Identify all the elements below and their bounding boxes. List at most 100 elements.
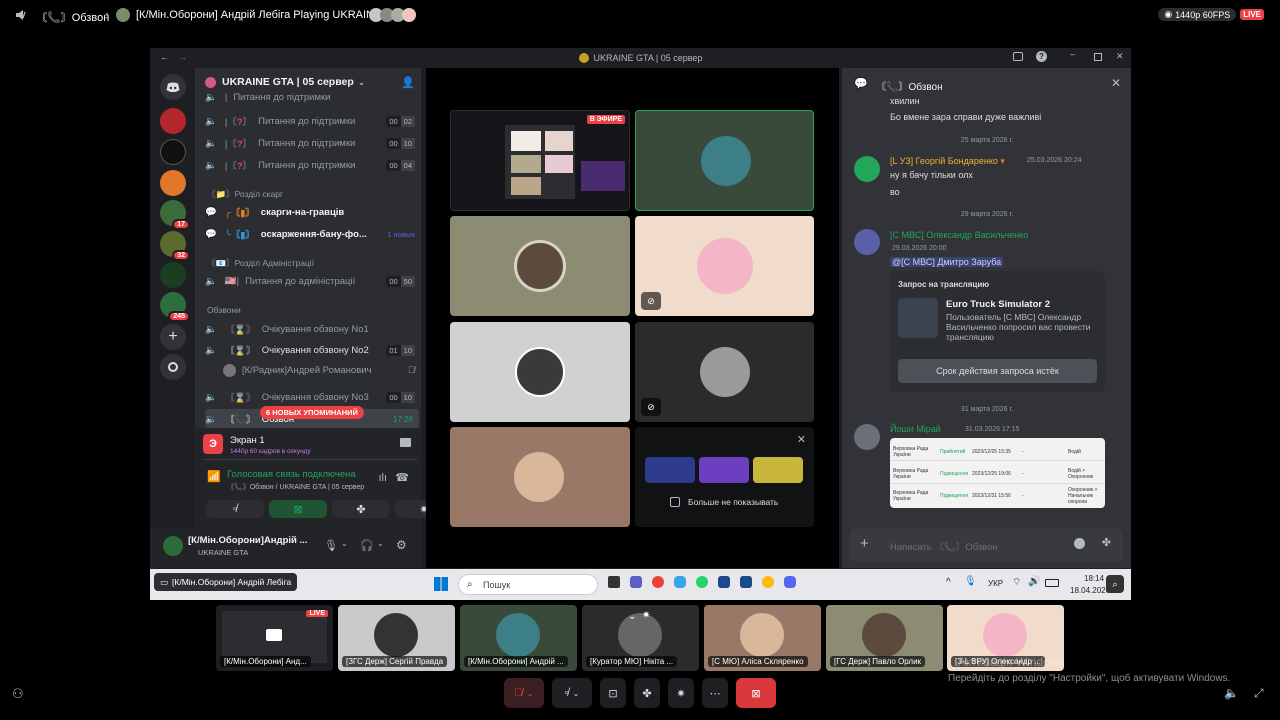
participant-tile[interactable] [450,322,630,422]
user-avatar[interactable] [163,536,183,556]
settings-gear-icon[interactable]: ⚙ [396,538,407,552]
app-icon[interactable] [718,576,730,588]
voice-user[interactable]: [К/Радник]Андрей Романович 🎙̸ [223,360,419,380]
camera-toggle-button[interactable]: ▫̸ ⌄ [552,678,592,708]
forum-channel[interactable]: 💬 ╰〘▮〙 оскарження-бану-фо... 1 новых [205,224,419,244]
voice-channel[interactable]: 🔈 〘⌛〙 Очікування обзвону No3 00 10 [205,387,419,407]
maximize-icon[interactable] [1094,53,1102,61]
server-header[interactable]: UKRAINE GTA | 05 сервер ⌄ 👤 [205,76,419,89]
thumb-tile[interactable]: [С МЮ] Аліса Скляренко [704,605,821,671]
user-mention[interactable]: @[С МВС] Дмитро Заруба [890,257,1004,267]
chrome-icon[interactable] [652,576,664,588]
app-icon[interactable] [740,576,752,588]
close-icon[interactable]: ✕ [797,433,806,446]
add-user-icon[interactable]: 👤 [401,76,415,89]
server-icon[interactable] [160,170,186,196]
emoji-icon[interactable] [1074,538,1085,549]
activities-button[interactable]: ✤ [634,678,660,708]
windows-start-icon[interactable] [434,577,448,591]
headphones-icon[interactable]: 🎧 [360,539,374,552]
server-icon[interactable] [160,139,186,165]
copilot-icon[interactable] [674,576,686,588]
soundboard-button[interactable]: ✷ [668,678,694,708]
participant-tile[interactable]: ⊘ [635,322,814,422]
taskbar-preview[interactable]: ▭ [К/Мін.Оборони] Андрій Лебіга [154,573,298,591]
clock-date[interactable]: 18.04.2026 [1070,586,1110,595]
screen-share-panel[interactable]: Э Экран 1 1440p 60 кадров в секунду [203,428,417,460]
more-options-button[interactable]: ⋯ [702,678,728,708]
voice-channel[interactable]: 🔈 〘⌛〙 Очікування обзвону No1 [205,319,419,339]
voice-channel[interactable]: 🔈 | Питання до підтримки [205,90,419,104]
tray-chevron-icon[interactable]: ^ [946,577,951,588]
inbox-icon[interactable] [1013,52,1023,61]
task-view-icon[interactable] [608,576,620,588]
notifications-icon[interactable]: ⌕ [1106,575,1124,593]
teams-icon[interactable] [630,576,642,588]
thumb-tile[interactable]: [К/Мін.Оборони] Андрій ... [460,605,577,671]
volume-icon[interactable]: 🔈 [1224,686,1239,700]
dont-show-checkbox[interactable] [670,497,680,507]
close-icon[interactable]: ✕ [1116,51,1124,62]
server-icon[interactable]: 245 [160,292,190,322]
wifi-icon[interactable]: ⌔ [1012,576,1021,589]
activities-button[interactable]: ✤ [332,500,390,518]
participant-tile[interactable]: ⊘ [635,216,814,316]
chevron-down-icon[interactable]: ⌄ [341,539,348,548]
voice-channel[interactable]: 🔈 |〘?〙 Питання до підтримки 00 04 [205,155,419,175]
battery-icon[interactable] [1045,579,1059,587]
microphone-icon[interactable]: 🎙 [324,539,338,552]
taskbar-search[interactable]: ⌕ Пошук [458,574,598,595]
discord-home-icon[interactable] [160,74,186,100]
thumb-tile[interactable]: [ЗГС Держ] Сергій Правда [338,605,455,671]
stream-tile[interactable]: В ЭФИРЕ [450,110,630,211]
request-expired-button[interactable]: Срок действия запроса истёк [898,359,1097,383]
category-complaints[interactable]: 〘📁〙Розділ скарг [207,188,283,200]
message-author[interactable]: Йоши Мірай [890,424,941,434]
apps-icon[interactable]: ✤ [1102,536,1111,549]
message-avatar[interactable] [854,229,880,255]
add-attachment-icon[interactable]: + [860,535,869,552]
server-icon[interactable]: 17 [160,200,190,230]
message-author[interactable]: [L УЗ] Георгій Бондаренко ▾ [890,156,1005,167]
browser-icon[interactable] [762,576,774,588]
category-admin[interactable]: 〘📧〙Розділ Адміністрації [207,257,314,269]
voice-channel[interactable]: 🔈 |〘?〙 Питання до підтримки 00 10 [205,133,419,153]
channel-name[interactable]: 〘📞〙Обзвон [36,9,109,25]
dont-show-label[interactable]: Больше не показывать [688,497,778,507]
message-avatar[interactable] [854,156,880,182]
whatsapp-icon[interactable] [696,576,708,588]
participant-tile[interactable] [450,427,630,527]
participant-tile[interactable] [635,110,814,211]
volume-icon[interactable]: 🔊 [1028,576,1040,587]
user-name[interactable]: [К/Мін.Оборони]Андрій ... [188,535,307,546]
speaker-icon[interactable] [14,8,28,22]
camera-off-button[interactable]: ▫̸ [206,500,264,518]
fullscreen-icon[interactable]: ⤢ [1254,686,1264,701]
message-avatar[interactable] [854,424,880,450]
server-icon[interactable]: 32 [160,231,190,261]
chevron-down-icon[interactable]: ⌄ [628,611,636,622]
leave-stream-button[interactable]: ⊠ [736,678,776,708]
thumb-tile[interactable]: ⌄ ✷ [Куратор МЮ] Нікіта ... [582,605,699,671]
screen-share-button[interactable]: ⊠ [269,500,327,518]
voice-channel[interactable]: 🔈 〘⌛〙 Очікування обзвону No2 01 10 [205,340,419,360]
mic-toggle-button[interactable]: 🎙̸ ⌄ [504,678,544,708]
message-input[interactable]: Написать 〘📞〙Обзвон [890,539,998,553]
stop-stream-icon[interactable] [400,438,411,447]
message-author[interactable]: [С МВС] Олександр Васильченко [890,230,1028,240]
screen-share-toggle[interactable]: ⊡ [600,678,626,708]
participant-tile[interactable] [450,216,630,316]
close-icon[interactable]: ✕ [1111,76,1121,90]
input-language[interactable]: УКР [988,579,1003,588]
thumb-tile[interactable]: [ГС Держ] Павло Орлик [826,605,943,671]
category-calls[interactable]: Обзвони [207,305,241,315]
help-icon[interactable]: ? [1036,51,1047,62]
noise-icon[interactable]: ılı [378,472,387,484]
voice-channel[interactable]: 🔈 |〘?〙 Питання до підтримки 00 02 [205,111,419,131]
add-server-icon[interactable]: + [160,324,186,350]
attached-image-table[interactable]: Верховна Рада України Прийнятий 2023/12/… [890,438,1105,508]
viewer-avatars[interactable] [369,8,416,22]
discord-taskbar-icon[interactable] [784,576,796,588]
message-input-box[interactable]: + Написать 〘📞〙Обзвон ✤ [850,528,1123,562]
server-icon[interactable] [160,108,186,134]
